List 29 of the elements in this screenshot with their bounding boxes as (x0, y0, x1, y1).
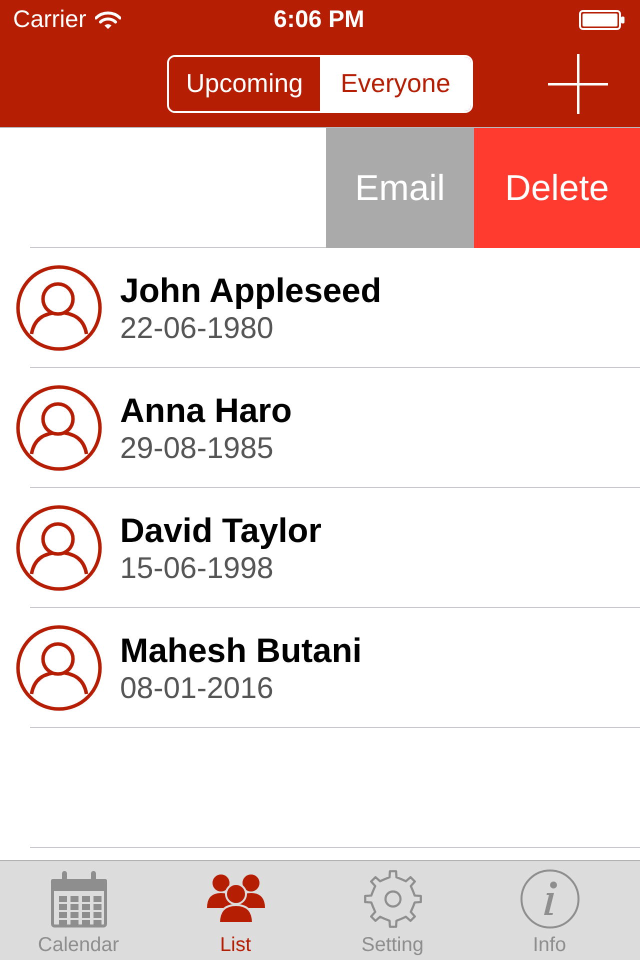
tab-bar-item[interactable]: List (157, 861, 314, 960)
person-avatar-icon (16, 624, 102, 710)
contact-name: Anna Haro (120, 390, 292, 430)
contact-name: John Appleseed (120, 270, 382, 310)
people-icon (206, 874, 266, 924)
battery-icon (579, 10, 626, 30)
person-avatar-icon (16, 504, 102, 590)
birth-date: 15-06-1998 (120, 550, 274, 586)
person-avatar-icon (16, 264, 102, 350)
add-button[interactable] (548, 54, 608, 114)
wifi-icon (95, 10, 122, 30)
settings-icon (362, 869, 422, 929)
tab-bar-item[interactable]: Calendar (0, 861, 157, 960)
contact-name: David Taylor (120, 510, 322, 550)
person-avatar-icon (16, 384, 102, 470)
plus-icon (548, 54, 608, 114)
swipe-action-button[interactable]: Email (326, 128, 474, 248)
birth-date: 29-08-1985 (120, 430, 274, 466)
delete-action-button[interactable]: Delete (474, 128, 640, 248)
calendar-icon (48, 870, 108, 928)
birth-date: 22-06-1980 (120, 310, 274, 346)
tab-bar-item[interactable]: Info (471, 861, 628, 960)
segment-tab[interactable]: Everyone (320, 56, 471, 110)
carrier-name: Carrier (13, 6, 86, 34)
birth-date: 08-01-2016 (120, 670, 274, 706)
tab-bar-item[interactable]: Setting (314, 861, 471, 960)
contact-name: Mahesh Butani (120, 630, 362, 670)
clock-time: 6:06 PM (274, 6, 364, 34)
info-icon (520, 869, 580, 929)
